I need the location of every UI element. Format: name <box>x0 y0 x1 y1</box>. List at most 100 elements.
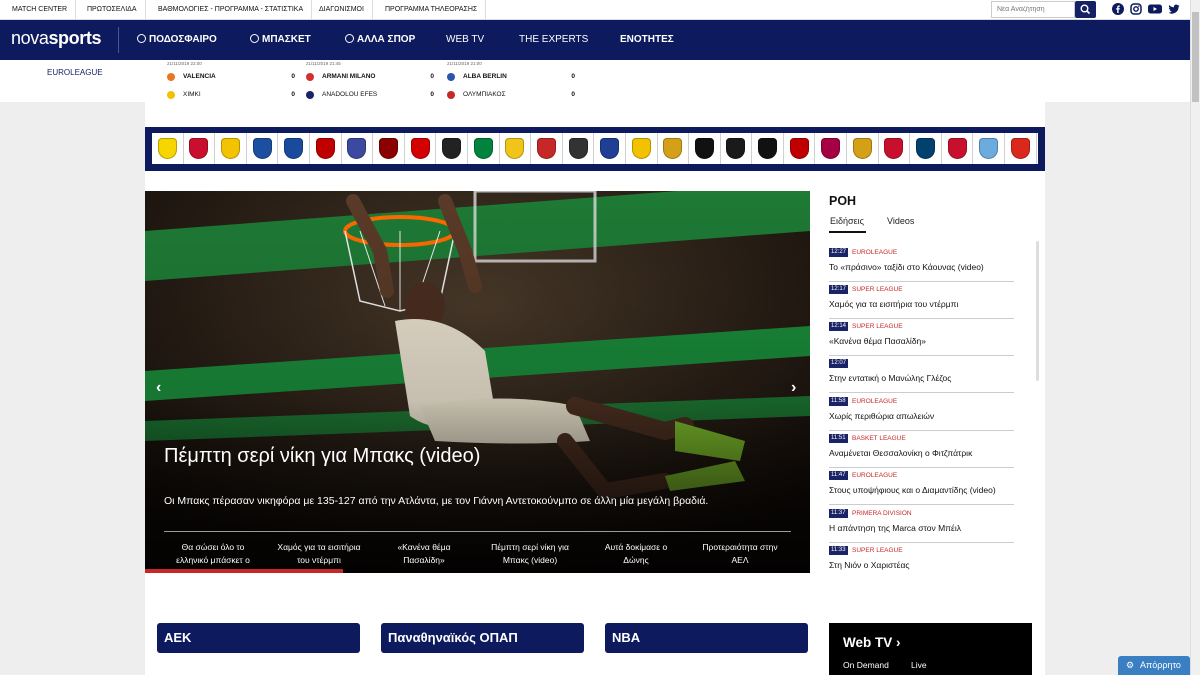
club-logo[interactable] <box>973 133 1006 164</box>
search-input[interactable] <box>991 1 1075 18</box>
club-logo[interactable] <box>626 133 658 164</box>
web-tv-title[interactable]: Web TV › <box>843 635 901 650</box>
tab-news[interactable]: Ειδήσεις <box>830 216 864 226</box>
nav-other-sports[interactable]: ΑΛΛΑ ΣΠΟΡ <box>345 20 415 60</box>
hero-prev-arrow[interactable]: ‹ <box>156 379 161 397</box>
page-scrollbar[interactable] <box>1190 0 1200 675</box>
news-item[interactable]: 11:58 EUROLEAGUE Χωρίς περιθώρια απωλειών <box>829 394 1014 431</box>
hero-tab[interactable]: Πέμπτη σερί νίκη για Μπακς (video) <box>479 541 581 567</box>
club-logo[interactable] <box>910 133 942 164</box>
club-logo[interactable] <box>215 133 247 164</box>
twitter-icon[interactable] <box>1168 3 1180 15</box>
hero-title[interactable]: Πέμπτη σερί νίκη για Μπακς (video) <box>164 445 480 468</box>
news-item[interactable]: 12:27 EUROLEAGUE Το «πράσινο» ταξίδι στο Κ… <box>829 245 1014 282</box>
club-logo[interactable] <box>879 133 911 164</box>
league-label[interactable]: EUROLEAGUE <box>47 68 103 77</box>
news-item[interactable]: 11:47 EUROLEAGUE Στους υποψήφιους και ο Δι… <box>829 468 1014 505</box>
novasports-logo[interactable]: novasports <box>11 28 101 49</box>
club-logo[interactable] <box>815 133 848 164</box>
club-logo[interactable] <box>405 133 437 164</box>
hero-tab[interactable]: «Κανένα θέμα Πασαλίδη» <box>373 541 475 567</box>
club-logo[interactable] <box>594 133 626 164</box>
club-logo[interactable] <box>784 133 816 164</box>
club-logo[interactable] <box>373 133 405 164</box>
news-item[interactable]: 12:14 SUPER LEAGUE «Κανένα θέμα Πασαλίδη» <box>829 319 1014 356</box>
basketball-icon <box>250 34 259 43</box>
home-team-row: VALENCIA 0 <box>167 72 299 82</box>
contests-link[interactable]: ΔΙΑΓΩΝΙΣΜΟΙ <box>311 0 373 20</box>
nav-the-experts[interactable]: THE EXPERTS <box>519 20 588 60</box>
match-center-link[interactable]: MATCH CENTER <box>4 0 77 20</box>
club-logo[interactable] <box>278 133 310 164</box>
hero-slider[interactable]: ‹ › Πέμπτη σερί νίκη για Μπακς (video) Ο… <box>145 191 810 573</box>
club-crest-icon <box>600 138 620 159</box>
match-card[interactable]: 21/11/2019 22:00 VALENCIA 0 ΧΙΜΚΙ 0 <box>159 60 299 102</box>
club-logo[interactable] <box>847 133 879 164</box>
nav-sections[interactable]: ΕΝΟΤΗΤΕΣ <box>620 20 674 60</box>
club-logo[interactable] <box>531 133 563 164</box>
section-nba[interactable]: NBA <box>605 623 808 653</box>
club-logo[interactable] <box>247 133 279 164</box>
nav-web-tv[interactable]: WEB TV <box>446 20 484 60</box>
club-crest-icon <box>568 138 588 159</box>
club-logo[interactable] <box>152 133 184 164</box>
club-crest-icon <box>1010 138 1030 159</box>
club-logo[interactable] <box>310 133 342 164</box>
club-logo[interactable] <box>184 133 216 164</box>
section-aek[interactable]: ΑΕΚ <box>157 623 360 653</box>
club-logo[interactable] <box>1037 133 1038 164</box>
club-logo[interactable] <box>1005 133 1037 164</box>
match-card[interactable]: 21/11/2019 21:45 ARMANI MILANO 0 ANADOLOU… <box>298 60 438 102</box>
hero-tab[interactable]: Χαμός για τα εισιτήρια του ντέρμπι <box>268 541 370 567</box>
club-logo[interactable] <box>689 133 721 164</box>
standings-link[interactable]: ΒΑΘΜΟΛΟΓΙΕΣ - ΠΡΟΓΡΑΜΜΑ - ΣΤΑΤΙΣΤΙΚΑ <box>150 0 313 20</box>
nav-basketball[interactable]: ΜΠΑΣΚΕΤ <box>250 20 311 60</box>
nav-football[interactable]: ΠΟΔΟΣΦΑΙΡΟ <box>137 20 217 60</box>
club-logo[interactable] <box>342 133 374 164</box>
gear-icon: ⚙ <box>1126 660 1135 670</box>
web-tv-box: Web TV › On Demand Live <box>829 623 1032 675</box>
tab-live[interactable]: Live <box>911 660 927 670</box>
privacy-button[interactable]: ⚙ Απόρρητο <box>1118 656 1190 675</box>
instagram-icon[interactable] <box>1130 3 1142 15</box>
facebook-icon[interactable] <box>1112 3 1124 15</box>
feed-title: ΡΟΗ <box>829 194 857 208</box>
club-logo[interactable] <box>752 133 784 164</box>
club-logo[interactable] <box>468 133 500 164</box>
search-button[interactable] <box>1075 1 1096 18</box>
hero-next-arrow[interactable]: › <box>791 379 796 397</box>
news-item[interactable]: 12:07 Στην εντατική ο Μανώλης Γλέζος <box>829 356 1014 393</box>
front-pages-link[interactable]: ΠΡΩΤΟΣΕΛΙΔΑ <box>79 0 146 20</box>
club-logo[interactable] <box>658 133 690 164</box>
news-item[interactable]: 12:17 SUPER LEAGUE Χαμός για τα εισιτήρια … <box>829 282 1014 319</box>
news-item[interactable]: 11:51 BASKET LEAGUE Αναμένεται Θεσσαλονίκη… <box>829 431 1014 468</box>
club-crest-icon <box>189 138 209 159</box>
feed-scrollbar[interactable] <box>1036 241 1039 381</box>
privacy-label: Απόρρητο <box>1140 660 1181 670</box>
club-crest-icon <box>378 138 398 159</box>
hero-subtitle: Οι Μπακς πέρασαν νικηφόρα με 135-127 από… <box>164 495 709 507</box>
tab-videos[interactable]: Videos <box>887 216 914 226</box>
hero-tab[interactable]: Αυτά δοκίμασε ο Δώνης <box>585 541 687 567</box>
club-crest-icon <box>916 138 936 159</box>
section-panathinaikos[interactable]: Παναθηναϊκός ΟΠΑΠ <box>381 623 584 653</box>
news-item[interactable]: 11:37 PRIMERA DIVISION Η απάντηση της Marc… <box>829 506 1014 543</box>
scrollbar-thumb[interactable] <box>1192 12 1199 102</box>
tv-program-link[interactable]: ΠΡΟΓΡΑΜΜΑ ΤΗΛΕΟΡΑΣΗΣ <box>377 0 487 20</box>
away-team-row: ANADOLOU EFES 0 <box>306 90 438 100</box>
home-team-row: ARMANI MILANO 0 <box>306 72 438 82</box>
hero-tab[interactable]: Θα σώσει όλο το ελληνικό μπάσκετ ο <box>162 541 264 567</box>
news-item[interactable]: 11:33 SUPER LEAGUE Στη Νιόν ο Χαριστέας <box>829 543 1014 580</box>
club-crest-icon <box>252 138 272 159</box>
youtube-icon[interactable] <box>1148 3 1162 15</box>
club-crest-icon <box>979 138 999 159</box>
match-card[interactable]: 21/11/2019 21:00 ALBA BERLIN 0 ΟΛΥΜΠΙΑΚΟΣ… <box>439 60 579 102</box>
club-logo[interactable] <box>942 133 974 164</box>
hero-tab[interactable]: Προτεραιότητα στην ΑΕΛ <box>689 541 791 567</box>
club-logo[interactable] <box>563 133 595 164</box>
team-crest-icon <box>167 91 175 99</box>
tab-on-demand[interactable]: On Demand <box>843 660 889 670</box>
club-logo[interactable] <box>500 133 532 164</box>
club-logo[interactable] <box>721 133 753 164</box>
club-logo[interactable] <box>436 133 468 164</box>
